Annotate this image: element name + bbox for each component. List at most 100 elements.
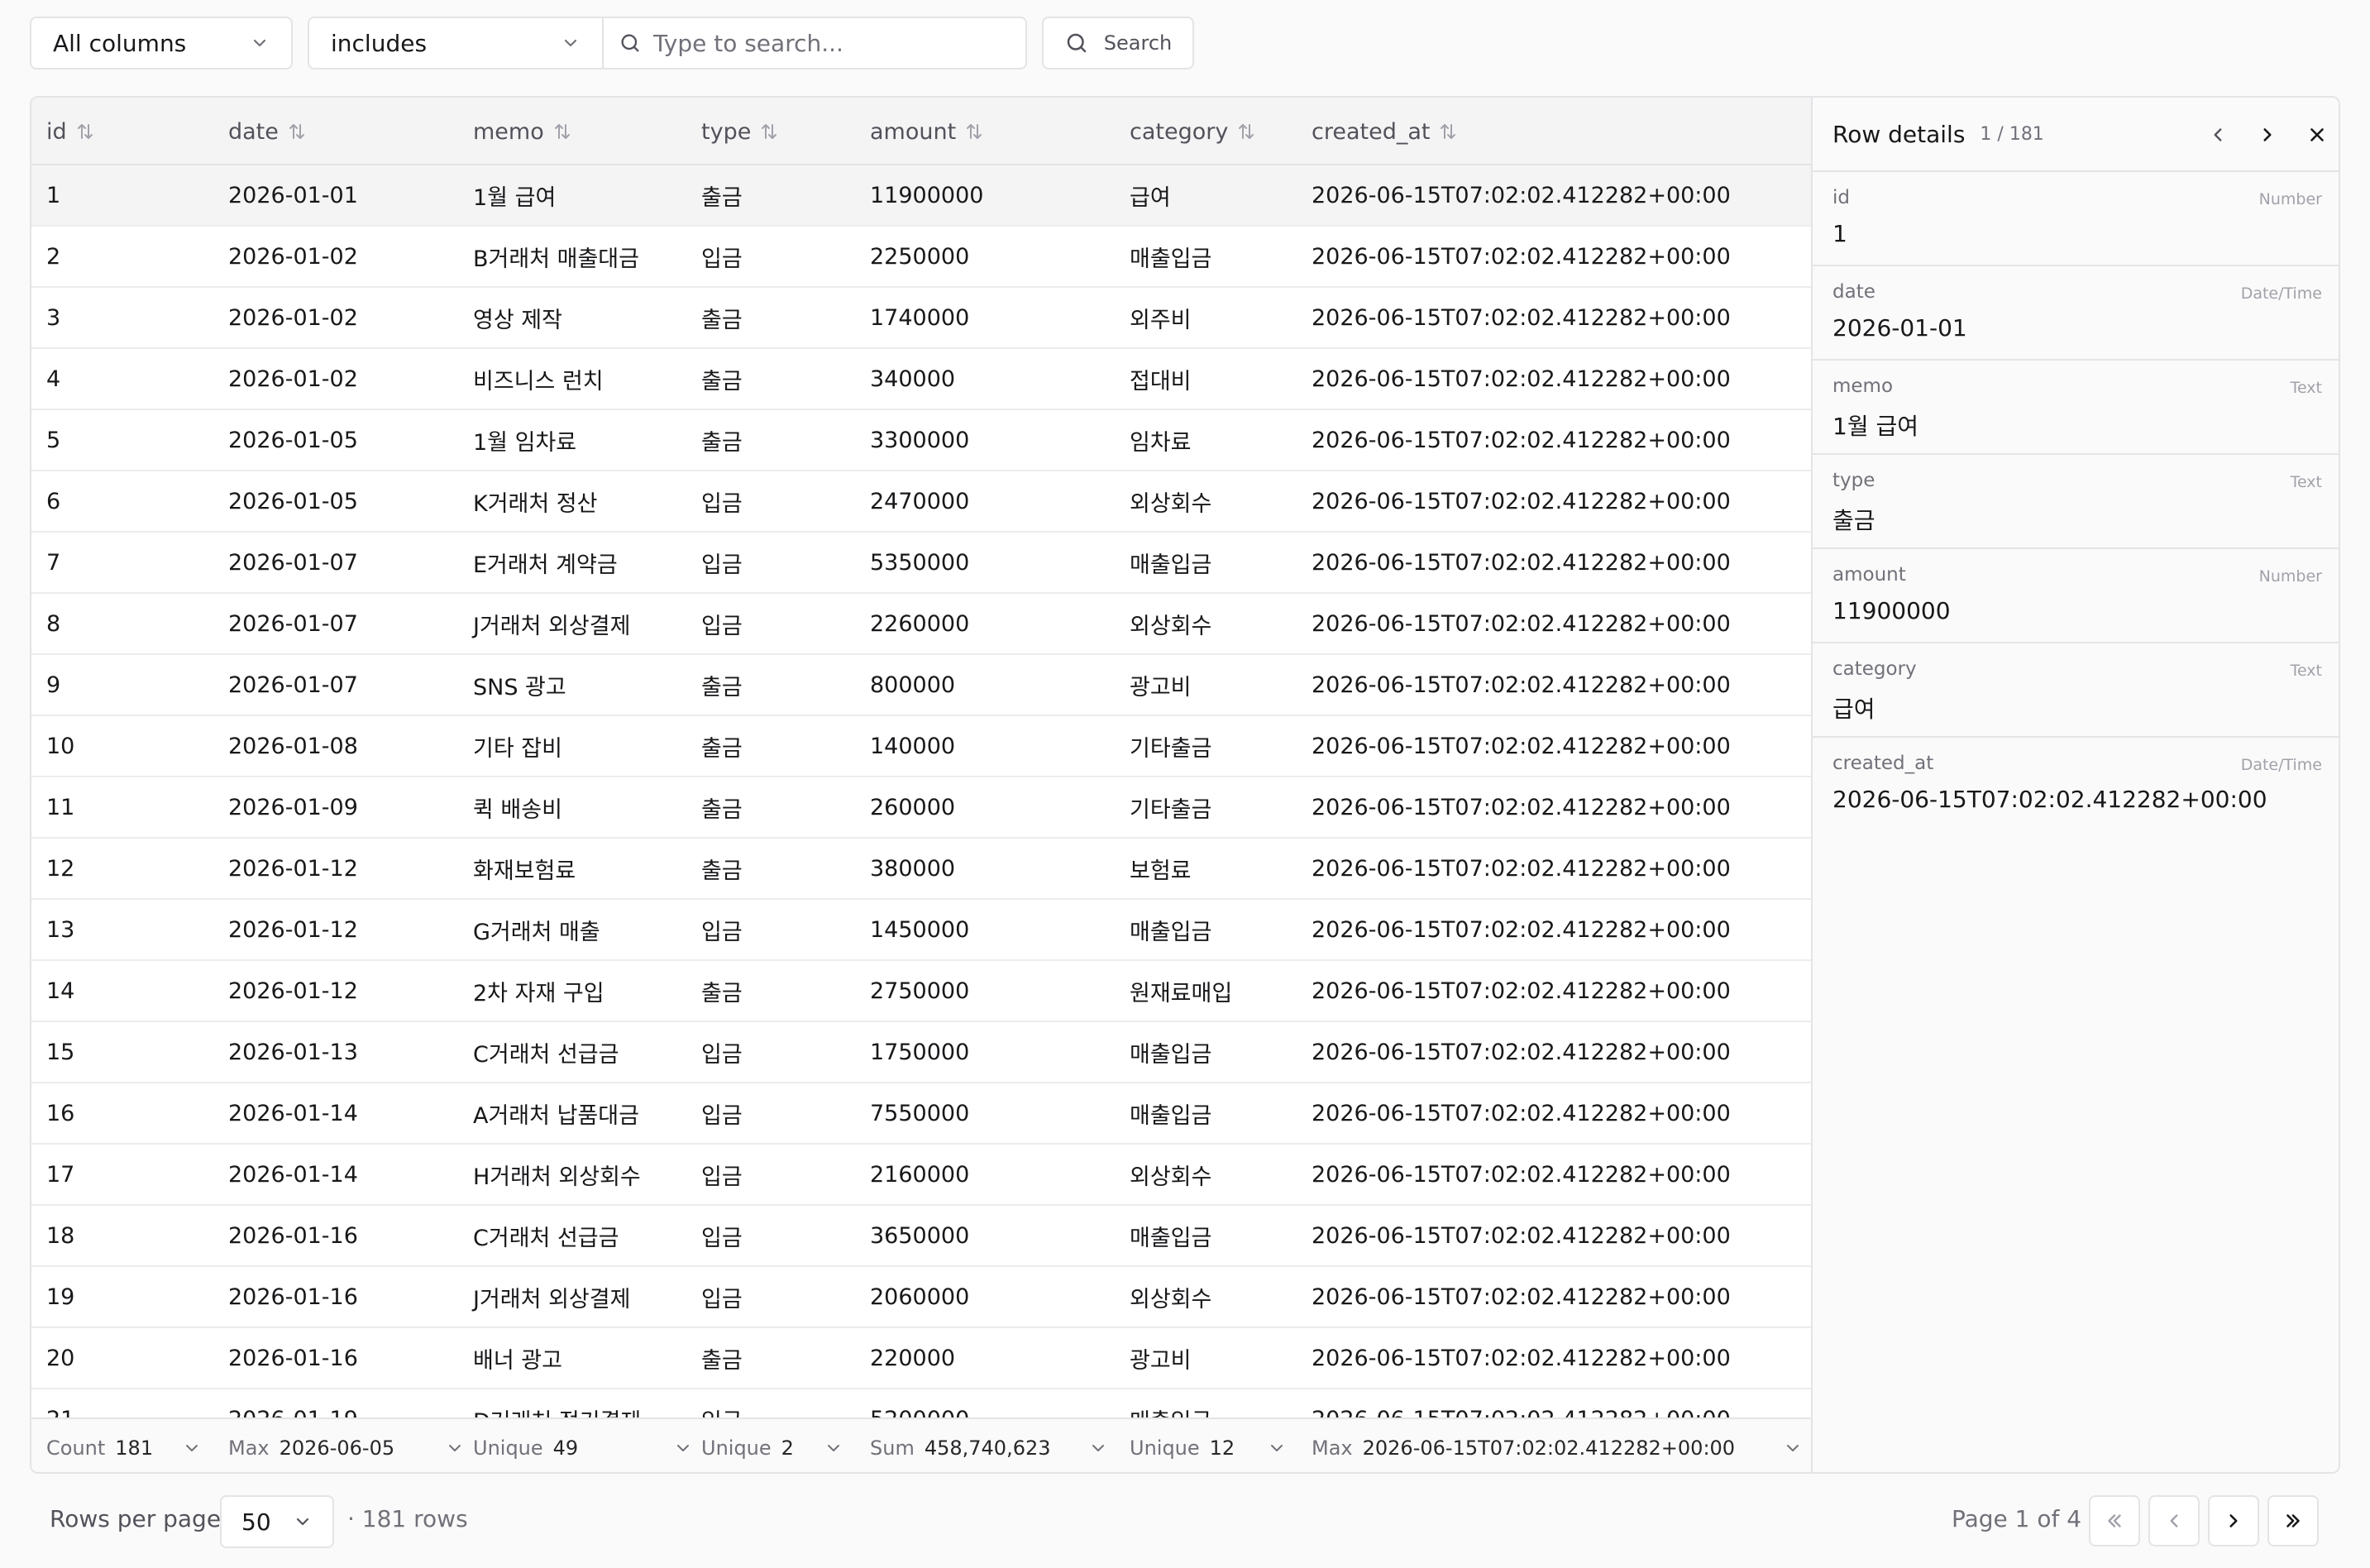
cell-id: 15 (46, 1039, 75, 1065)
table-row[interactable]: 10 2026-01-08 기타 잡비 출금 140000 기타출금 2026-06-15T… (31, 716, 1811, 777)
aggregate-id[interactable]: Count 181 (46, 1419, 153, 1472)
aggregate-memo[interactable]: Unique 49 (473, 1419, 578, 1472)
close-panel-button[interactable] (2304, 122, 2330, 148)
column-header-date[interactable]: date (228, 98, 307, 165)
detail-field-value[interactable]: 1월 급여 (1832, 409, 1918, 442)
detail-field-value[interactable]: 1 (1832, 220, 1847, 247)
cell-amount: 2060000 (870, 1284, 970, 1310)
detail-field-value[interactable]: 2026-06-15T07:02:02.412282+00:00 (1832, 786, 2267, 813)
chevron-down-icon[interactable] (824, 1438, 843, 1458)
table-row[interactable]: 2 2026-01-02 B거래처 매출대금 입금 2250000 매출입금 2026-06… (31, 227, 1811, 288)
column-header-id[interactable]: id (46, 98, 95, 165)
column-header-amount[interactable]: amount (870, 98, 984, 165)
table-row[interactable]: 12 2026-01-12 화재보험료 출금 380000 보험료 2026-06-15T0… (31, 839, 1811, 900)
chevron-down-icon[interactable] (1267, 1438, 1287, 1458)
cell-id: 8 (46, 610, 61, 637)
table-row[interactable]: 21 2026-01-19 D거래처 정기결제 입금 5200000 매출입금 2026-0… (31, 1389, 1811, 1417)
aggregate-type[interactable]: Unique 2 (701, 1419, 794, 1472)
cell-date: 2026-01-12 (228, 855, 358, 882)
cell-category: 매출입금 (1130, 1389, 1211, 1418)
column-select[interactable]: All columns (30, 17, 293, 69)
chevron-down-icon[interactable] (182, 1438, 202, 1458)
table-row[interactable]: 9 2026-01-07 SNS 광고 출금 800000 광고비 2026-06-15T0… (31, 655, 1811, 716)
table-row[interactable]: 13 2026-01-12 G거래처 매출 입금 1450000 매출입금 2026-06-… (31, 900, 1811, 961)
cell-created-at: 2026-06-15T07:02:02.412282+00:00 (1312, 794, 1731, 820)
table-row[interactable]: 7 2026-01-07 E거래처 계약금 입금 5350000 매출입금 2026-06-… (31, 533, 1811, 594)
cell-type: 출금 (701, 429, 743, 456)
chevron-down-icon[interactable] (445, 1438, 465, 1458)
table-row[interactable]: 8 2026-01-07 J거래처 외상결제 입금 2260000 외상회수 2026-06… (31, 594, 1811, 655)
cell-id: 14 (46, 978, 75, 1004)
cell-date: 2026-01-16 (228, 1222, 358, 1249)
column-header-category[interactable]: category (1130, 98, 1256, 165)
cell-type: 입금 (701, 1286, 743, 1312)
table-row[interactable]: 18 2026-01-16 C거래처 선급금 입금 3650000 매출입금 2026-06… (31, 1206, 1811, 1267)
cell-type: 입금 (701, 1102, 743, 1129)
table-row[interactable]: 20 2026-01-16 배너 광고 출금 220000 광고비 2026-06-15T0… (31, 1328, 1811, 1389)
table-row[interactable]: 1 2026-01-01 1월 급여 출금 11900000 급여 2026-06-15T0… (31, 165, 1811, 227)
table-body: 1 2026-01-01 1월 급여 출금 11900000 급여 2026-06-15T0… (31, 165, 1811, 1417)
chevron-down-icon (296, 1518, 309, 1526)
chevron-down-icon[interactable] (1088, 1438, 1108, 1458)
cell-created-at: 2026-06-15T07:02:02.412282+00:00 (1312, 855, 1731, 882)
detail-field-value[interactable]: 11900000 (1832, 597, 1951, 624)
cell-category: 원재료매입 (1130, 980, 1233, 1006)
table-row[interactable]: 6 2026-01-05 K거래처 정산 입금 2470000 외상회수 2026-06-1… (31, 471, 1811, 533)
cell-amount: 1450000 (870, 916, 970, 943)
table-row[interactable]: 16 2026-01-14 A거래처 납품대금 입금 7550000 매출입금 2026-0… (31, 1083, 1811, 1145)
chevron-right-icon (2263, 128, 2272, 141)
cell-memo: 화재보험료 (473, 858, 576, 884)
rows-per-page-select[interactable]: 50 (220, 1495, 334, 1548)
table-row[interactable]: 5 2026-01-05 1월 임차료 출금 3300000 임차료 2026-06-15T… (31, 410, 1811, 471)
cell-category: 접대비 (1130, 368, 1192, 394)
column-header-type[interactable]: type (701, 98, 779, 165)
first-page-button[interactable] (2089, 1495, 2140, 1546)
detail-field-value[interactable]: 2026-01-01 (1832, 314, 1967, 342)
sort-icon (1239, 124, 1254, 139)
search-button-label: Search (1103, 31, 1173, 55)
cell-memo: K거래처 정산 (473, 490, 598, 517)
next-row-button[interactable] (2254, 122, 2281, 148)
cell-type: 출금 (701, 184, 743, 211)
next-page-button[interactable] (2208, 1495, 2259, 1546)
table-row[interactable]: 15 2026-01-13 C거래처 선급금 입금 1750000 매출입금 2026-06… (31, 1022, 1811, 1083)
chevron-down-icon[interactable] (673, 1438, 693, 1458)
sort-icon (77, 124, 93, 139)
table-row[interactable]: 14 2026-01-12 2차 자재 구입 출금 2750000 원재료매입 2026-0… (31, 961, 1811, 1022)
operator-select[interactable]: includes (308, 17, 604, 69)
cell-created-at: 2026-06-15T07:02:02.412282+00:00 (1312, 1039, 1731, 1065)
column-header-created-at[interactable]: created_at (1312, 98, 1458, 165)
aggregate-category[interactable]: Unique 12 (1130, 1419, 1235, 1472)
table-row[interactable]: 17 2026-01-14 H거래처 외상회수 입금 2160000 외상회수 2026-0… (31, 1145, 1811, 1206)
cell-amount: 3650000 (870, 1222, 970, 1249)
search-input[interactable] (653, 29, 1001, 57)
table-row[interactable]: 3 2026-01-02 영상 제작 출금 1740000 외주비 2026-06-15T0… (31, 288, 1811, 349)
cell-date: 2026-01-12 (228, 916, 358, 943)
table-row[interactable]: 4 2026-01-02 비즈니스 런치 출금 340000 접대비 2026-06-15T… (31, 349, 1811, 410)
chevron-down-icon[interactable] (1783, 1438, 1803, 1458)
column-header-memo[interactable]: memo (473, 98, 572, 165)
aggregate-amount[interactable]: Sum 458,740,623 (870, 1419, 1051, 1472)
aggregate-created-at[interactable]: Max 2026-06-15T07:02:02.412282+00:00 (1312, 1419, 1735, 1472)
cell-created-at: 2026-06-15T07:02:02.412282+00:00 (1312, 1389, 1731, 1418)
cell-category: 매출입금 (1130, 1225, 1212, 1251)
search-button[interactable]: Search (1042, 17, 1194, 69)
previous-page-button[interactable] (2148, 1495, 2200, 1546)
cell-created-at: 2026-06-15T07:02:02.412282+00:00 (1312, 610, 1731, 637)
table-row[interactable]: 11 2026-01-09 퀵 배송비 출금 260000 기타출금 2026-06-15T… (31, 777, 1811, 839)
cell-amount: 11900000 (870, 182, 984, 208)
cell-type: 출금 (701, 858, 743, 884)
previous-row-button[interactable] (2205, 122, 2231, 148)
aggregate-date[interactable]: Max 2026-06-05 (228, 1419, 394, 1472)
table-row[interactable]: 19 2026-01-16 J거래처 외상결제 입금 2060000 외상회수 2026-0… (31, 1267, 1811, 1328)
detail-field-value[interactable]: 출금 (1832, 503, 1875, 536)
cell-amount: 2160000 (870, 1161, 970, 1188)
detail-field-value[interactable]: 급여 (1832, 691, 1875, 724)
last-page-button[interactable] (2267, 1495, 2319, 1546)
cell-date: 2026-01-12 (228, 978, 358, 1004)
cell-id: 13 (46, 916, 75, 943)
cell-created-at: 2026-06-15T07:02:02.412282+00:00 (1312, 182, 1731, 208)
detail-field-name: category (1832, 658, 1917, 680)
cell-date: 2026-01-02 (228, 304, 358, 331)
detail-field-name: created_at (1832, 753, 1934, 774)
